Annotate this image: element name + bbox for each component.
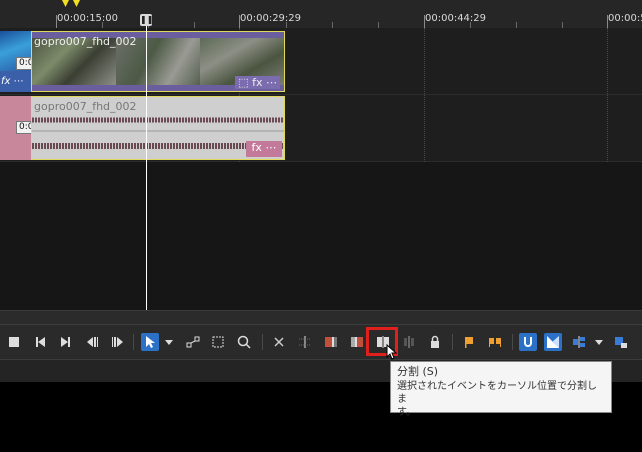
crossfade-icon[interactable] [544,333,562,351]
lock-icon[interactable] [426,333,444,351]
event-fx-button[interactable]: fx ⋯ [1,76,24,87]
event-time-chip: 0:00 [16,57,31,70]
next-frame-icon[interactable] [109,333,127,351]
tooltip-body: 選択されたイベントをカーソル位置で分割しま す。 [397,381,597,418]
selection-icon[interactable] [209,333,227,351]
timeline-cursor[interactable] [146,22,147,310]
ruler-label-15s: 00:00:15:00 [57,13,119,24]
toolbar-separator [133,334,134,350]
trim-icon[interactable] [296,333,314,351]
horizontal-scrollbar[interactable] [0,310,642,325]
marker-icon[interactable] [460,333,478,351]
ripple-icon[interactable] [570,333,588,351]
grid-line [424,28,425,162]
tooltip-title: 分割 (S) [397,365,439,378]
toolbar-separator [512,334,513,350]
audio-event[interactable]: gopro007_fhd_002 fx ⋯ [31,96,285,160]
zoom-icon[interactable] [235,333,253,351]
stop-icon[interactable] [5,333,23,351]
trim-start-icon[interactable] [322,333,340,351]
ruler-label-30s: 00:00:29:29 [240,13,302,24]
previous-audio-event[interactable]: 0:00 [0,96,43,160]
cursor-head-icon[interactable]: ❚❚ [140,14,153,26]
grid-line [607,28,608,162]
loop-region-marker[interactable] [62,0,80,10]
track-divider [0,94,642,95]
video-event-name: gopro007_fhd_002 [34,35,137,48]
video-event[interactable]: gopro007_fhd_002 ⬚ fx ⋯ [31,31,285,92]
prev-frame-icon[interactable] [83,333,101,351]
skip-start-icon[interactable] [31,333,49,351]
cursor-icon[interactable] [141,333,159,351]
magnet-icon[interactable] [519,333,537,351]
tooltip: 分割 (S) 選択されたイベントをカーソル位置で分割しま す。 [390,361,612,418]
lock-envelopes-icon[interactable] [612,333,630,351]
skip-end-icon[interactable] [57,333,75,351]
envelope-icon[interactable] [184,333,202,351]
video-event-tools[interactable]: ⬚ fx ⋯ [235,76,280,89]
region-icon[interactable] [486,333,504,351]
ruler-label-45s: 00:00:44:29 [425,13,487,24]
toolbar-separator [262,334,263,350]
toolbar-separator [452,334,453,350]
ruler-label-60s: 00:00:59:28 [608,13,642,24]
mouse-pointer-icon [386,344,398,360]
audio-event-name: gopro007_fhd_002 [34,100,137,113]
timeline-toolbar [0,324,642,360]
empty-timeline-area[interactable] [0,162,642,310]
chevron-down-icon[interactable] [594,333,604,351]
timeline-ruler[interactable]: 00:00:15:00 00:00:29:29 00:00:44:29 00:0… [0,0,642,29]
delete-icon[interactable] [270,333,288,351]
previous-video-event[interactable]: 0:00 fx ⋯ [0,31,31,92]
trim-end-icon[interactable] [348,333,366,351]
audio-event-tools[interactable]: fx ⋯ [246,141,282,157]
chevron-down-icon[interactable] [164,333,174,351]
split-alt-icon[interactable] [400,333,418,351]
